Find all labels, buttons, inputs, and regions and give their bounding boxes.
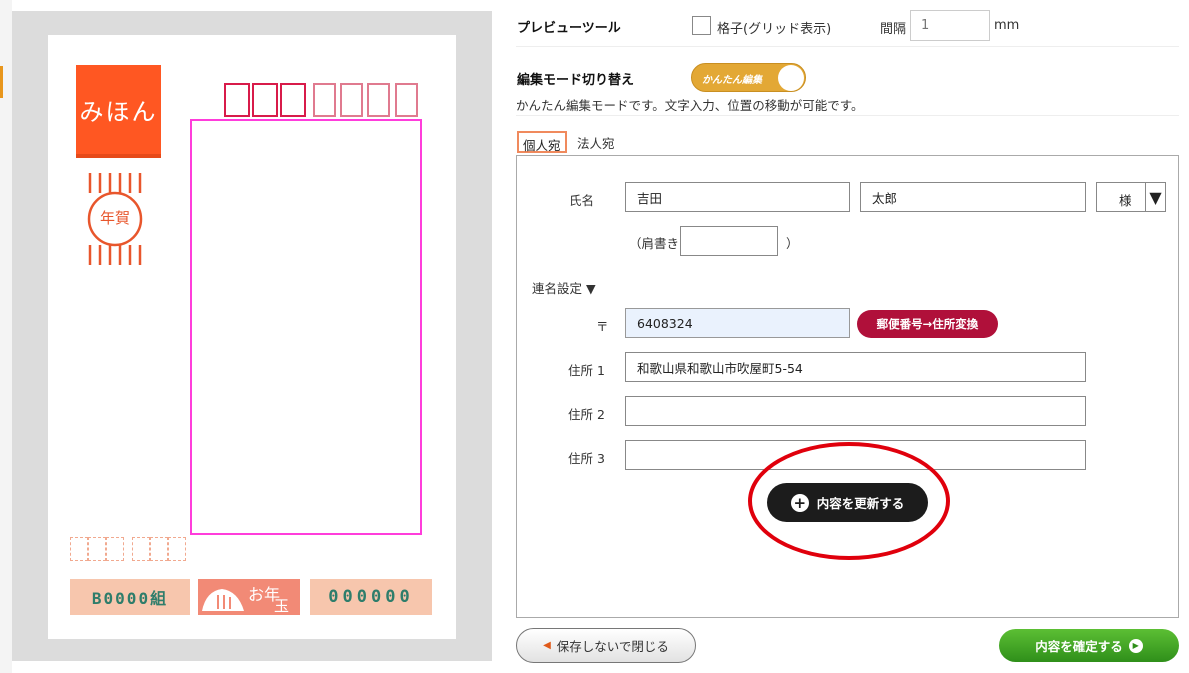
edit-mode-toggle[interactable]: かんたん編集 (691, 63, 806, 92)
joint-name-toggle[interactable]: 連名設定 ▼ (532, 278, 596, 297)
preview-panel: みほん 年賀 B0000組 お年 玉 000000 (12, 11, 492, 661)
name-label: 氏名 (569, 193, 595, 208)
postcard-preview: みほん 年賀 B0000組 お年 玉 000000 (48, 35, 456, 639)
preview-tools-title: プレビューツール (517, 21, 621, 36)
first-name-input[interactable] (860, 182, 1086, 212)
zip-box (224, 83, 250, 117)
grid-label[interactable]: 格子(グリッド表示) (717, 18, 831, 37)
address2-label: 住所 2 (568, 407, 605, 422)
grid-checkbox[interactable] (692, 16, 711, 35)
sender-zip-box (150, 537, 168, 561)
preview-tools-row: プレビューツール 格子(グリッド表示) 間隔 mm (516, 10, 1179, 47)
lottery-group-number: B0000組 (70, 579, 190, 615)
job-title-input[interactable] (680, 226, 778, 256)
tab-personal[interactable]: 個人宛 (517, 131, 567, 153)
zip-box (340, 83, 363, 117)
honorific-select[interactable]: 様 ▼ (1096, 182, 1166, 212)
address-area-frame[interactable] (190, 119, 422, 535)
toggle-knob (778, 65, 804, 91)
address1-label: 住所 1 (568, 363, 605, 378)
otoshidama-sub-text: 玉 (274, 597, 290, 615)
last-name-input[interactable] (625, 182, 850, 212)
left-edge-strip (0, 0, 12, 673)
confirm-content-label: 内容を確定する (1035, 639, 1123, 654)
zip-label: 〒 (596, 319, 609, 334)
chevron-down-icon[interactable]: ▼ (1145, 183, 1165, 211)
nenga-stamp-label: 年賀 (99, 209, 130, 227)
job-title-open: （肩書き (629, 236, 680, 251)
sample-brand-mark: みほん (76, 65, 161, 158)
sender-zip-box (106, 537, 124, 561)
confirm-content-button[interactable]: 内容を確定する ▶ (999, 629, 1179, 662)
tab-corporate[interactable]: 法人宛 (573, 131, 619, 153)
left-edge-marker (0, 66, 3, 98)
sender-zip-box (168, 537, 186, 561)
zip-box (252, 83, 278, 117)
address3-label: 住所 3 (568, 451, 605, 466)
address1-input[interactable] (625, 352, 1086, 382)
zip-box (395, 83, 418, 117)
zip-box (280, 83, 306, 117)
edit-mode-description: かんたん編集モードです。文字入力、位置の移動が可能です。 (516, 98, 864, 113)
zip-box (313, 83, 336, 117)
edit-mode-title: 編集モード切り替え (517, 73, 635, 88)
close-without-saving-label: 保存しないで閉じる (556, 639, 669, 654)
arrow-right-circle-icon: ▶ (1128, 638, 1143, 653)
close-without-saving-button[interactable]: ◀ 保存しないで閉じる (516, 628, 696, 663)
sender-zip-box (88, 537, 106, 561)
honorific-value: 様 (1119, 193, 1132, 208)
sender-zip-box (70, 537, 88, 561)
lottery-number: 000000 (310, 579, 432, 615)
edit-mode-toggle-label: かんたん編集 (702, 75, 762, 86)
edit-mode-row: 編集モード切り替え かんたん編集 かんたん編集モードです。文字入力、位置の移動が… (516, 58, 1179, 116)
zip-box (367, 83, 390, 117)
highlight-ring (748, 442, 950, 560)
job-title-close: ） (786, 236, 799, 251)
spacing-label: 間隔 (880, 22, 907, 37)
otoshidama-mark: お年 玉 (198, 579, 300, 615)
zip-input[interactable] (625, 308, 850, 338)
spacing-input[interactable] (910, 10, 990, 41)
zip-to-address-button[interactable]: 郵便番号→住所変換 (857, 310, 998, 338)
sender-zip-box (132, 537, 150, 561)
address2-input[interactable] (625, 396, 1086, 426)
spacing-unit: mm (994, 18, 1020, 33)
nenga-stamp: 年賀 (78, 171, 158, 269)
back-arrow-icon: ◀ (543, 640, 551, 651)
